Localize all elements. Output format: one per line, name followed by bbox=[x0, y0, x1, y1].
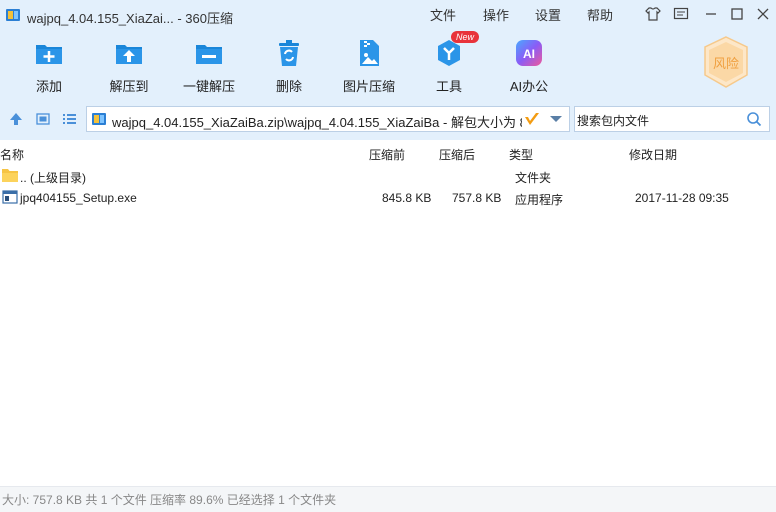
one-click-extract-icon bbox=[196, 45, 222, 64]
zip-archive-icon bbox=[92, 113, 106, 125]
extract-to-label: 解压到 bbox=[109, 79, 149, 94]
maximize-icon[interactable] bbox=[729, 6, 745, 22]
extract-to-icon bbox=[116, 45, 142, 64]
path-text: wajpq_4.04.155_XiaZaiBa.zip\wajpq_4.04.1… bbox=[112, 115, 522, 130]
folder-icon bbox=[2, 169, 18, 182]
table-row[interactable] bbox=[0, 166, 776, 187]
one-click-extract-button[interactable]: 一键解压 bbox=[169, 37, 249, 95]
row-size-before: 845.8 KB bbox=[382, 191, 432, 205]
search-placeholder: 搜索包内文件 bbox=[577, 114, 650, 128]
tools-label: 工具 bbox=[435, 79, 462, 94]
image-compress-icon bbox=[360, 40, 379, 66]
delete-label: 删除 bbox=[275, 79, 302, 94]
app-archive-icon bbox=[6, 9, 20, 21]
chevron-down-icon[interactable] bbox=[549, 114, 563, 124]
column-header-date[interactable]: 修改日期 bbox=[629, 146, 677, 163]
close-icon[interactable] bbox=[755, 6, 771, 22]
column-header-after[interactable]: 压缩后 bbox=[439, 146, 475, 163]
status-text: 大小: 757.8 KB 共 1 个文件 压缩率 89.6% 已经选择 1 个文… bbox=[2, 493, 337, 507]
window-title: wajpq_4.04.155_XiaZai... - 360压缩 bbox=[27, 11, 233, 26]
row-name: .. (上级目录) bbox=[20, 171, 86, 185]
risk-label: 风险 bbox=[713, 56, 739, 71]
minimize-icon[interactable] bbox=[703, 6, 719, 22]
new-badge: New bbox=[451, 31, 480, 43]
menu-operation[interactable]: 操作 bbox=[483, 5, 509, 24]
one-click-extract-label: 一键解压 bbox=[182, 79, 235, 94]
ai-icon-text: AI bbox=[523, 47, 535, 61]
delete-button[interactable]: 删除 bbox=[249, 37, 329, 95]
row-type: 文件夹 bbox=[515, 171, 552, 185]
thumbnail-view-icon[interactable] bbox=[35, 111, 51, 127]
column-header-type[interactable]: 类型 bbox=[509, 146, 533, 163]
delete-icon bbox=[279, 40, 299, 66]
risk-shield-icon[interactable]: 风险 bbox=[701, 35, 751, 89]
image-compress-button[interactable]: 图片压缩 bbox=[329, 37, 409, 95]
extract-to-button[interactable]: 解压到 bbox=[89, 37, 169, 95]
ai-office-label: AI办公 bbox=[509, 79, 549, 94]
row-name: jpq404155_Setup.exe bbox=[20, 191, 137, 205]
tools-button[interactable]: New 工具 bbox=[409, 31, 489, 95]
up-arrow-icon[interactable] bbox=[8, 111, 24, 127]
menu-help[interactable]: 帮助 bbox=[587, 5, 613, 24]
add-icon bbox=[36, 45, 62, 64]
menu-file[interactable]: 文件 bbox=[430, 5, 456, 24]
search-icon[interactable] bbox=[746, 111, 762, 127]
check-badge-icon bbox=[525, 113, 539, 125]
exe-file-icon bbox=[2, 190, 18, 204]
column-header-name[interactable]: 名称 bbox=[0, 146, 24, 163]
row-type: 应用程序 bbox=[515, 193, 564, 207]
ai-office-button[interactable]: AI AI办公 bbox=[489, 37, 569, 95]
row-date: 2017-11-28 09:35 bbox=[635, 191, 729, 205]
skin-icon[interactable] bbox=[645, 6, 661, 22]
ai-office-icon: AI bbox=[516, 40, 542, 66]
feedback-icon[interactable] bbox=[673, 6, 689, 22]
row-size-after: 757.8 KB bbox=[452, 191, 502, 205]
list-view-icon[interactable] bbox=[61, 111, 77, 127]
add-label: 添加 bbox=[35, 79, 62, 94]
image-compress-label: 图片压缩 bbox=[342, 79, 395, 94]
column-header-before[interactable]: 压缩前 bbox=[369, 146, 405, 163]
add-button[interactable]: 添加 bbox=[9, 37, 89, 95]
menu-settings[interactable]: 设置 bbox=[535, 5, 561, 24]
